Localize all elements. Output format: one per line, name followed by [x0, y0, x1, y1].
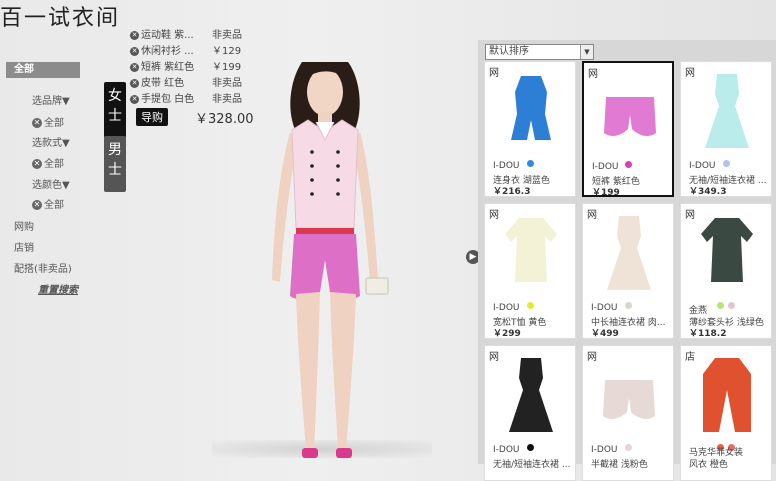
- product-image[interactable]: [695, 70, 759, 150]
- color-swatches: [485, 294, 575, 309]
- product-brand: I-DOU: [493, 161, 520, 171]
- product-image[interactable]: [598, 71, 662, 151]
- color-swatches: [485, 152, 575, 167]
- filter-style[interactable]: 选款式▼: [32, 134, 70, 149]
- outfit-item: ✕ 短裤 紫红色 ￥199: [130, 62, 242, 73]
- remove-icon[interactable]: ✕: [130, 94, 139, 104]
- product-card[interactable]: 网 I-DOU 无袖/短袖连衣裙 ... ￥349.3: [680, 61, 772, 197]
- product-price: ￥299: [493, 329, 521, 339]
- product-card[interactable]: 网 I-DOU 连身衣 湖蓝色 ￥216.3: [484, 61, 576, 197]
- outfit-item: ✕ 手提包 白色 非卖品: [130, 94, 242, 105]
- channel-tag: 网: [587, 352, 597, 363]
- product-brand: I-DOU: [591, 445, 618, 455]
- channel-tag: 网: [489, 352, 499, 363]
- filter-color-chip[interactable]: ✕ 全部: [32, 196, 64, 211]
- channel-tag: 网: [685, 210, 695, 221]
- color-swatch[interactable]: [624, 444, 632, 451]
- filter-style-chip[interactable]: ✕ 全部: [32, 155, 64, 170]
- product-card[interactable]: 网 I-DOU 宽松T恤 黄色 ￥299: [484, 203, 576, 339]
- product-image[interactable]: [695, 354, 759, 434]
- color-swatches: [485, 436, 575, 451]
- product-image[interactable]: [695, 212, 759, 292]
- remove-icon[interactable]: ✕: [130, 30, 139, 40]
- product-card[interactable]: 网 I-DOU 中长袖连衣裙 肉... ￥499: [582, 203, 674, 339]
- remove-icon[interactable]: ✕: [130, 62, 139, 72]
- product-image[interactable]: [597, 354, 661, 434]
- remove-icon[interactable]: ✕: [32, 200, 42, 210]
- product-card[interactable]: 网 I-DOU 半截裙 浅粉色: [582, 345, 674, 481]
- outfit-item: ✕ 皮带 红色 非卖品: [130, 78, 242, 89]
- product-brand: I-DOU: [689, 161, 716, 171]
- channel-tag: 网: [489, 210, 499, 221]
- remove-icon[interactable]: ✕: [130, 46, 139, 56]
- model-figure: [272, 62, 389, 458]
- remove-icon[interactable]: ✕: [32, 118, 42, 128]
- link-match[interactable]: 配搭(非卖品): [14, 260, 72, 275]
- channel-tag: 网: [489, 68, 499, 79]
- product-price: ￥349.3: [689, 187, 727, 197]
- product-price: ￥118.2: [689, 329, 727, 339]
- color-swatches: [681, 152, 771, 167]
- color-swatches: [583, 294, 673, 309]
- color-swatch[interactable]: [526, 444, 534, 451]
- app-title: 百一试衣间: [0, 6, 121, 31]
- chevron-down-icon[interactable]: ▼: [580, 45, 593, 59]
- product-card[interactable]: 网 I-DOU 短裤 紫红色 ￥199: [582, 61, 674, 198]
- sort-select[interactable]: 默认排序 ▼: [485, 44, 594, 60]
- channel-tag: 网: [587, 210, 597, 221]
- tab-male[interactable]: 男士: [104, 136, 126, 192]
- link-online[interactable]: 网购: [14, 218, 34, 233]
- product-image[interactable]: [499, 212, 563, 292]
- product-brand: I-DOU: [493, 445, 520, 455]
- product-price: ￥499: [591, 329, 619, 339]
- color-swatch[interactable]: [526, 160, 534, 167]
- product-price: ￥199: [592, 188, 620, 198]
- outfit-item: ✕ 运动鞋 紫... 非卖品: [130, 30, 242, 41]
- channel-tag: 网: [685, 68, 695, 79]
- product-brand: I-DOU: [493, 303, 520, 313]
- product-price: ￥216.3: [493, 187, 531, 197]
- guide-buy-button[interactable]: 导购: [136, 108, 168, 126]
- product-image[interactable]: [499, 70, 563, 150]
- color-swatches: [681, 294, 771, 309]
- link-store[interactable]: 店销: [14, 239, 34, 254]
- channel-tag: 店: [685, 352, 695, 363]
- product-image[interactable]: [499, 354, 563, 434]
- color-swatch[interactable]: [624, 302, 632, 309]
- color-swatch[interactable]: [728, 302, 735, 309]
- channel-tag: 网: [588, 69, 598, 80]
- filter-brand-chip[interactable]: ✕ 全部: [32, 114, 64, 129]
- product-card[interactable]: 网 I-DOU 无袖/短袖连衣裙 ...: [484, 345, 576, 481]
- product-image[interactable]: [597, 212, 661, 292]
- filter-color[interactable]: 选颜色▼: [32, 176, 70, 191]
- color-swatch[interactable]: [717, 302, 724, 309]
- remove-icon[interactable]: ✕: [130, 78, 139, 88]
- product-brand: I-DOU: [592, 162, 619, 172]
- color-swatch[interactable]: [624, 161, 632, 168]
- product-brand: I-DOU: [591, 303, 618, 313]
- reset-search-link[interactable]: 重置搜索: [38, 281, 78, 296]
- color-swatches: [583, 436, 673, 451]
- color-swatches: [584, 153, 672, 168]
- product-card[interactable]: 店马克华菲女装 风衣 橙色: [680, 345, 772, 481]
- remove-icon[interactable]: ✕: [32, 159, 42, 169]
- filter-all[interactable]: 全部: [6, 62, 80, 78]
- outfit-total: ￥328.00: [195, 112, 254, 127]
- color-swatches: [681, 436, 771, 451]
- outfit-item: ✕ 休闲衬衫 ... ￥129: [130, 46, 242, 57]
- outfit-list: ✕ 运动鞋 紫... 非卖品 ✕ 休闲衬衫 ... ￥129 ✕ 短裤 紫红色 ￥19…: [130, 28, 250, 108]
- color-swatch[interactable]: [526, 302, 534, 309]
- tab-female[interactable]: 女士: [104, 82, 126, 138]
- product-card[interactable]: 网金燕 薄纱套头衫 浅绿色 ￥118.2: [680, 203, 772, 339]
- color-swatch[interactable]: [722, 160, 730, 167]
- filter-brand[interactable]: 选品牌▼: [32, 92, 70, 107]
